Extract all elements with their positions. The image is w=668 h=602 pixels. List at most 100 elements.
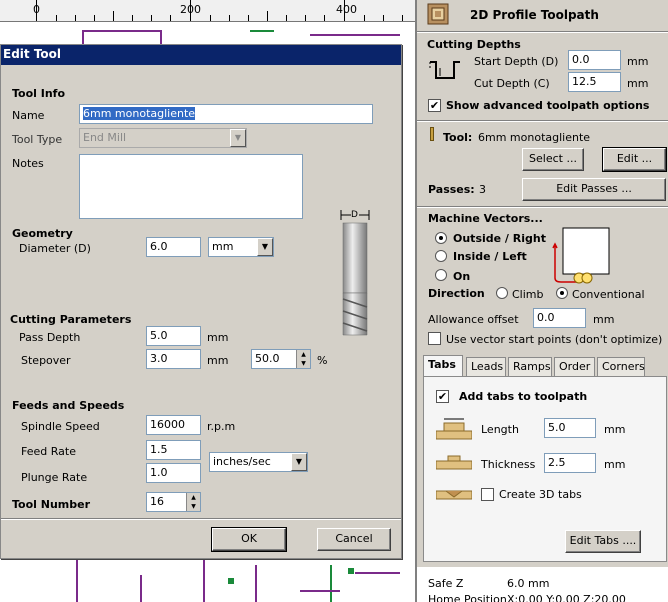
spinner-arrows-icon[interactable]: ▲ ▼ (296, 350, 310, 368)
tab-thickness-input[interactable]: 2.5 (544, 453, 596, 473)
top-ruler: 0 200 400 (0, 0, 415, 22)
plunge-rate-input[interactable]: 1.0 (146, 463, 201, 483)
create-3d-tabs-checkbox[interactable] (481, 488, 494, 501)
diameter-diagram-label: D (351, 210, 358, 220)
tool-number-input[interactable]: 16 ▲ ▼ (146, 492, 201, 512)
depth-diagram-icon (428, 58, 462, 84)
rate-units-select[interactable]: inches/sec ▼ (209, 452, 308, 472)
notes-textarea[interactable] (79, 154, 303, 219)
feeds-speeds-heading: Feeds and Speeds (12, 399, 125, 412)
tool-icon (430, 127, 434, 141)
add-tabs-label: Add tabs to toolpath (459, 390, 588, 403)
cad-vector (82, 30, 162, 32)
diameter-units-select[interactable]: mm ▼ (208, 237, 274, 257)
tool-name-input[interactable]: 6mm monotagliente (79, 104, 373, 124)
dialog-separator (1, 518, 401, 520)
cad-node (348, 568, 354, 574)
plunge-rate-label: Plunge Rate (21, 471, 88, 484)
advanced-options-checkbox[interactable]: ✔ (428, 99, 441, 112)
tab-corners[interactable]: Corners (597, 357, 645, 377)
vector-direction-diagram (549, 226, 625, 288)
length-label: Length (481, 423, 519, 436)
thickness-label: Thickness (481, 458, 536, 471)
tab-ramps[interactable]: Ramps (508, 357, 552, 377)
start-depth-unit: mm (627, 55, 649, 68)
stepover-percent-input[interactable]: 50.0 ▲ ▼ (251, 349, 311, 369)
tab-leads[interactable]: Leads (466, 357, 506, 377)
cad-vector (82, 30, 84, 44)
cut-depth-input[interactable]: 12.5 (568, 72, 621, 92)
climb-radio[interactable] (496, 287, 508, 299)
spindle-speed-input[interactable]: 16000 (146, 415, 201, 435)
spinner-arrows-icon[interactable]: ▲ ▼ (186, 493, 200, 511)
spindle-speed-unit: r.p.m (207, 420, 236, 433)
cad-vector (250, 30, 274, 32)
tab-length-input[interactable]: 5.0 (544, 418, 596, 438)
passes-count: 3 (479, 183, 486, 196)
panel-footer: Safe Z 6.0 mm Home Position X:0.00 Y:0.0… (417, 567, 668, 602)
diameter-input[interactable]: 6.0 (146, 237, 201, 257)
edit-passes-button[interactable]: Edit Passes ... (522, 178, 666, 201)
outside-right-radio[interactable] (435, 232, 447, 244)
stepover-unit: mm (207, 354, 229, 367)
geometry-heading: Geometry (12, 227, 73, 240)
create-3d-tabs-label: Create 3D tabs (499, 488, 582, 501)
cad-vector (255, 565, 257, 602)
tab-thickness-unit: mm (604, 458, 626, 471)
add-tabs-checkbox[interactable]: ✔ (436, 390, 449, 403)
climb-label: Climb (512, 288, 544, 301)
cut-depth-unit: mm (627, 77, 649, 90)
cutting-parameters-heading: Cutting Parameters (10, 313, 132, 326)
toolpath-panel: 2D Profile Toolpath Cutting Depths Start… (415, 0, 668, 602)
vector-start-points-label: Use vector start points (don't optimize) (446, 333, 663, 346)
stepover-input[interactable]: 3.0 (146, 349, 201, 369)
panel-separator (417, 120, 668, 122)
home-position-label: Home Position (428, 593, 507, 602)
start-depth-label: Start Depth (D) (474, 55, 559, 68)
tab-tabs[interactable]: Tabs (423, 355, 463, 377)
direction-label: Direction (428, 287, 485, 300)
dialog-title-bar[interactable]: Edit Tool (1, 45, 401, 65)
cad-node (228, 578, 234, 584)
tabs-panel: ✔ Add tabs to toolpath Length 5.0 mm Thi… (423, 376, 667, 562)
advanced-options-label: Show advanced toolpath options (446, 99, 650, 112)
on-radio[interactable] (435, 269, 447, 281)
cad-vector (355, 572, 400, 574)
panel-title: 2D Profile Toolpath (470, 8, 599, 22)
edit-tool-button[interactable]: Edit ... (602, 147, 667, 172)
inside-left-label: Inside / Left (453, 250, 527, 263)
conventional-radio[interactable] (556, 287, 568, 299)
allowance-offset-label: Allowance offset (428, 313, 519, 326)
tab-order[interactable]: Order (554, 357, 595, 377)
feed-rate-label: Feed Rate (21, 445, 76, 458)
tool-type-label: Tool Type (12, 133, 63, 146)
tool-name: 6mm monotagliente (478, 131, 591, 144)
tool-diagram (337, 207, 373, 339)
conventional-label: Conventional (572, 288, 645, 301)
allowance-offset-input[interactable]: 0.0 (533, 308, 586, 328)
pass-depth-input[interactable]: 5.0 (146, 326, 201, 346)
chevron-down-icon: ▼ (230, 129, 246, 147)
feed-rate-input[interactable]: 1.5 (146, 440, 201, 460)
ruler-label: 400 (336, 3, 357, 16)
safe-z-value: 6.0 mm (507, 577, 550, 590)
edit-tabs-button[interactable]: Edit Tabs .... (565, 530, 641, 553)
vector-start-points-checkbox[interactable] (428, 332, 441, 345)
ok-button[interactable]: OK (211, 527, 287, 552)
3d-tab-icon (435, 485, 473, 503)
select-tool-button[interactable]: Select ... (522, 148, 584, 171)
start-depth-input[interactable]: 0.0 (568, 50, 621, 70)
on-label: On (453, 270, 471, 283)
tool-label: Tool: (443, 131, 473, 144)
cad-vector (76, 560, 78, 602)
cut-depth-label: Cut Depth (C) (474, 77, 550, 90)
dialog-title: Edit Tool (3, 47, 62, 61)
cancel-button[interactable]: Cancel (317, 528, 391, 551)
home-position-value: X:0.00 Y:0.00 Z:20.00 (507, 593, 626, 602)
tool-type-select[interactable]: End Mill ▼ (79, 128, 247, 148)
pass-depth-label: Pass Depth (19, 331, 81, 344)
cad-vector (310, 34, 400, 36)
tab-thickness-icon (435, 453, 473, 473)
inside-left-radio[interactable] (435, 250, 447, 262)
cad-vector (330, 565, 332, 602)
